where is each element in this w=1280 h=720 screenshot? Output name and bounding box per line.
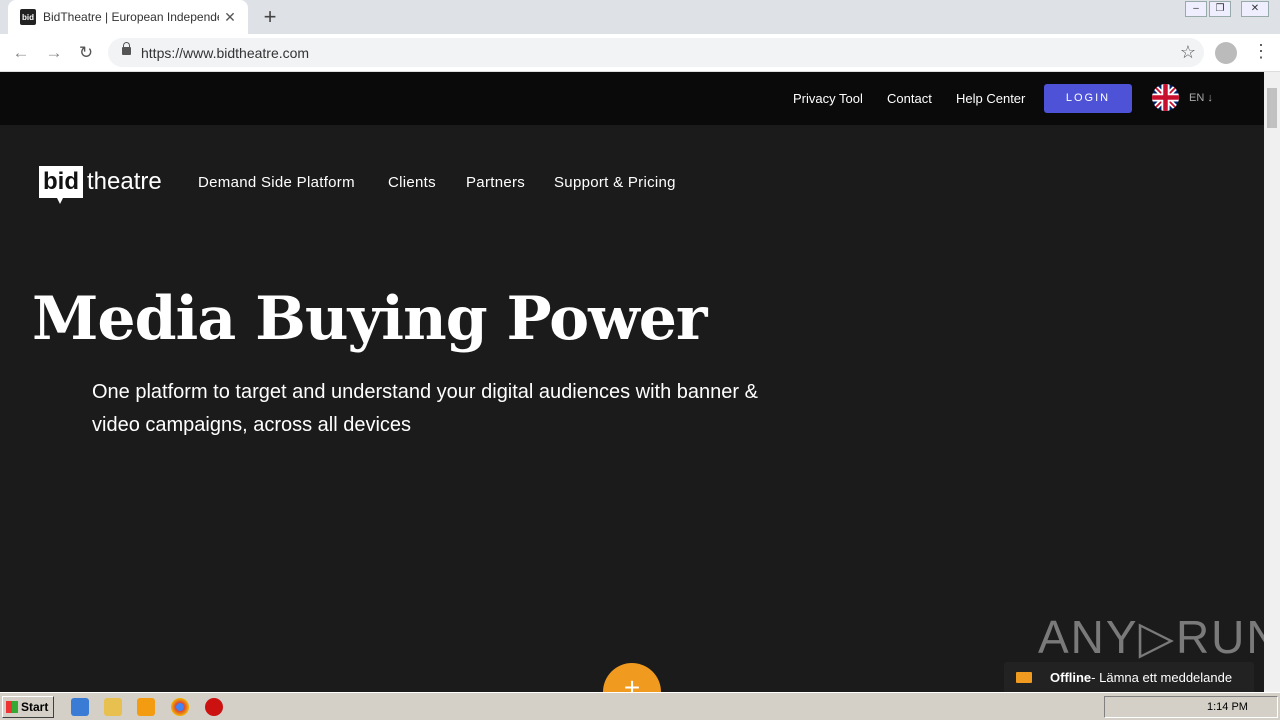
language-selector[interactable]: EN ↓	[1189, 92, 1213, 104]
start-button[interactable]: Start	[2, 696, 54, 718]
forward-icon[interactable]: →	[42, 41, 66, 65]
restore-window-icon[interactable]: ❐	[1209, 1, 1231, 17]
clock: 1:14 PM	[1207, 701, 1248, 713]
menu-kebab-icon[interactable]: ⋮	[1252, 41, 1270, 62]
file-explorer-icon[interactable]	[104, 698, 122, 716]
nav-support-pricing[interactable]: Support & Pricing	[554, 174, 676, 191]
utility-bar: Privacy Tool Contact Help Center LOGIN E…	[0, 72, 1264, 125]
profile-avatar-icon[interactable]	[1215, 42, 1237, 64]
close-tab-icon[interactable]: ✕	[222, 9, 238, 26]
back-icon[interactable]: ←	[9, 41, 33, 65]
tab-title: BidTheatre | European Independent	[43, 10, 219, 24]
privacy-tool-link[interactable]: Privacy Tool	[793, 91, 863, 106]
chrome-icon[interactable]	[171, 698, 189, 716]
scrollbar-thumb[interactable]	[1267, 88, 1277, 128]
browser-toolbar: ← → ↻ https://www.bidtheatre.com ☆ ⋮	[0, 34, 1280, 72]
nav-partners[interactable]: Partners	[466, 174, 525, 191]
tab-bar: bid BidTheatre | European Independent ✕ …	[0, 0, 1280, 34]
minimize-window-icon[interactable]: –	[1185, 1, 1207, 17]
scroll-down-button[interactable]: +	[603, 663, 661, 692]
internet-explorer-icon[interactable]	[71, 698, 89, 716]
windows-taskbar: Start 1:14 PM	[0, 692, 1280, 720]
help-center-link[interactable]: Help Center	[956, 91, 1025, 106]
logo-bid-text: bid	[39, 166, 83, 204]
login-button[interactable]: LOGIN	[1044, 84, 1132, 113]
nav-demand-side-platform[interactable]: Demand Side Platform	[198, 174, 355, 191]
uk-flag-icon[interactable]	[1152, 84, 1179, 111]
close-window-icon[interactable]: ✕	[1241, 1, 1269, 17]
address-bar[interactable]: https://www.bidtheatre.com ☆	[108, 38, 1204, 67]
reload-icon[interactable]: ↻	[74, 41, 98, 65]
page-scrollbar[interactable]	[1264, 72, 1280, 692]
browser-tab[interactable]: bid BidTheatre | European Independent ✕	[8, 0, 248, 34]
anyrun-watermark: ANY▷RUN	[1038, 611, 1264, 663]
new-tab-icon[interactable]: +	[258, 5, 282, 29]
start-label: Start	[21, 700, 49, 714]
url-text: https://www.bidtheatre.com	[141, 45, 310, 61]
system-tray	[1104, 696, 1278, 718]
media-player-icon[interactable]	[137, 698, 155, 716]
chat-widget[interactable]: Offline - Lämna ett meddelande	[1004, 662, 1254, 692]
bookmark-star-icon[interactable]: ☆	[1180, 42, 1196, 63]
hero-subtitle: One platform to target and understand yo…	[92, 381, 758, 436]
opera-icon[interactable]	[205, 698, 223, 716]
mail-icon	[1016, 671, 1032, 683]
chat-message: - Lämna ett meddelande	[1091, 669, 1233, 685]
chat-status: Offline	[1050, 669, 1092, 685]
windows-logo-icon	[6, 701, 18, 713]
hero-title: Media Buying Power	[32, 284, 708, 354]
bidtheatre-logo[interactable]: bid theatre	[39, 166, 162, 204]
logo-theatre-text: theatre	[87, 168, 162, 195]
site-favicon-icon: bid	[20, 9, 36, 25]
web-page: Privacy Tool Contact Help Center LOGIN E…	[0, 72, 1264, 692]
contact-link[interactable]: Contact	[887, 91, 932, 106]
lock-icon	[122, 42, 131, 55]
nav-clients[interactable]: Clients	[388, 174, 436, 191]
